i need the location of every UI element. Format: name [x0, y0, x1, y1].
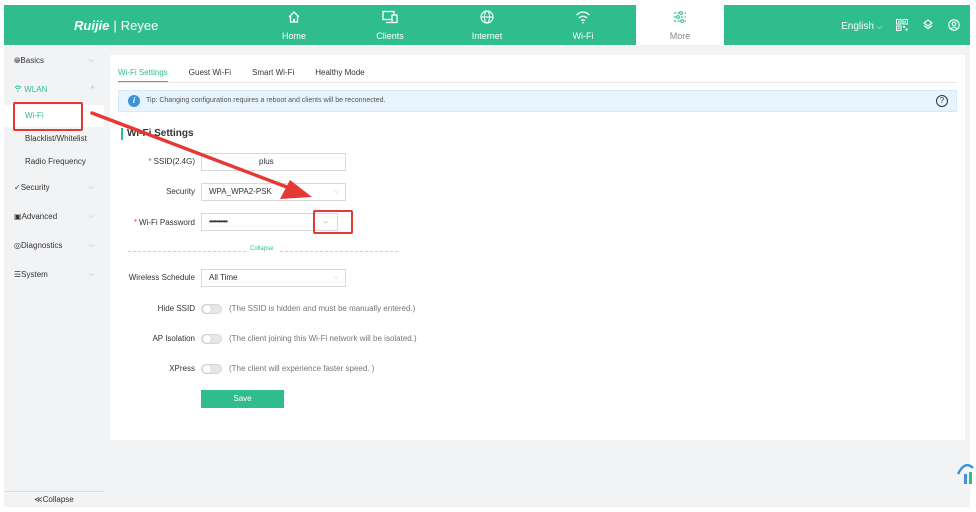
content-card [110, 55, 965, 440]
chevron-down-icon: ⌵ [88, 184, 94, 191]
wifi-icon [14, 85, 24, 94]
required-mark: * [148, 157, 152, 166]
wifi-icon [539, 5, 627, 27]
sidebar-group-advanced[interactable]: ▣Advanced ⌵ [4, 204, 104, 230]
chevron-down-icon: ⌵ [876, 24, 882, 31]
section-title: Wi-Fi Settings [121, 128, 194, 140]
xpress-label: XPress [169, 364, 195, 373]
logo-separator: | [113, 18, 117, 33]
user-account-icon[interactable] [948, 19, 960, 34]
clients-icon [346, 5, 434, 27]
collapse-link[interactable]: Collapse [250, 246, 273, 252]
chevron-down-icon: ⌵ [88, 271, 94, 278]
sidebar-group-system[interactable]: ☰System ⌵ [4, 262, 104, 288]
chevron-down-icon: ⌵ [88, 242, 94, 249]
nav-internet[interactable]: Internet [443, 5, 531, 45]
security-value: WPA_WPA2-PSK [209, 187, 272, 196]
toolbox-icon: ▣ [14, 212, 22, 221]
help-icon[interactable]: ? [936, 95, 948, 107]
sidebar-item-radio-frequency[interactable]: Radio Frequency [4, 151, 104, 173]
globe-icon [443, 5, 531, 27]
home-icon [250, 5, 338, 27]
sidebar-group-diagnostics[interactable]: ◎Diagnostics ⌵ [4, 233, 104, 259]
chevron-down-icon: ⌵ [88, 213, 94, 220]
security-label: Security [166, 187, 195, 196]
ssid-label: * SSID(2.4G) [100, 157, 195, 166]
reyee-logo-text: Reyee [120, 18, 159, 33]
chevron-down-icon: ⌵ [333, 274, 339, 281]
save-button[interactable]: Save [201, 390, 284, 408]
chevron-down-icon: ⌵ [88, 57, 94, 64]
network-topology-icon[interactable] [922, 19, 934, 34]
sidebar-group-label: Security [20, 183, 50, 192]
password-input[interactable]: •••••••••• [201, 213, 314, 231]
sidebar-group-security[interactable]: ✓︎Security ⌵ [4, 175, 104, 201]
nav-clients[interactable]: Clients [346, 5, 434, 45]
ap-isolation-toggle[interactable] [201, 334, 222, 344]
schedule-label: Wireless Schedule [128, 273, 195, 282]
xpress-hint: (The client will experience faster speed… [229, 364, 375, 373]
annotation-box-password-eye [313, 210, 353, 234]
annotation-box-wifi-menu [13, 102, 83, 131]
diagnostics-icon: ◎ [14, 241, 21, 250]
divider-right [280, 251, 398, 252]
sidebar-group-label: System [21, 270, 48, 279]
divider-left [128, 251, 246, 252]
sidebar-group-basics[interactable]: 🌐︎Basics ⌵ [4, 48, 104, 74]
language-select[interactable]: English ⌵ [841, 21, 882, 32]
nav-home-label: Home [281, 31, 306, 41]
top-nav-bar: Ruijie | Reyee Home Clients Internet Wi-Fi… [4, 5, 970, 45]
ssid-label-text: SSID(2.4G) [153, 157, 195, 166]
tab-guest-wifi[interactable]: Guest Wi-Fi [189, 63, 231, 82]
ap-isolation-hint: (The client joining this Wi-Fi network w… [229, 334, 417, 343]
nav-wifi[interactable]: Wi-Fi [539, 5, 627, 45]
hide-ssid-label: Hide SSID [157, 304, 195, 313]
sidebar-item-label: Blacklist/Whitelist [25, 134, 87, 143]
tab-healthy-mode[interactable]: Healthy Mode [315, 63, 364, 82]
required-mark: * [133, 218, 137, 227]
nav-more[interactable]: More [636, 5, 724, 45]
sidebar-group-wlan[interactable]: WLAN ^ [4, 77, 104, 103]
schedule-value: All Time [209, 273, 238, 282]
tip-text: Tip: Changing configuration requires a r… [146, 97, 386, 104]
xpress-toggle[interactable] [201, 364, 222, 374]
schedule-select[interactable]: All Time ⌵ [201, 269, 346, 287]
wifi-tabs: Wi-Fi Settings Guest Wi-Fi Smart Wi-Fi H… [118, 63, 365, 83]
tab-smart-wifi[interactable]: Smart Wi-Fi [252, 63, 294, 82]
chevron-up-icon: ^ [90, 86, 94, 93]
shield-check-icon: ✓︎ [14, 183, 21, 192]
info-icon: i [128, 95, 140, 107]
nav-internet-label: Internet [471, 31, 503, 41]
nav-wifi-label: Wi-Fi [572, 31, 594, 41]
password-label-text: Wi-Fi Password [138, 218, 195, 227]
sidebar-group-label: WLAN [24, 85, 48, 94]
ssid-input[interactable]: plus [201, 153, 346, 171]
sidebar-item-blacklist-whitelist[interactable]: Blacklist/Whitelist [4, 128, 104, 150]
floating-assistant-icon[interactable] [955, 458, 976, 486]
language-label: English [841, 21, 874, 32]
brand-logo: Ruijie | Reyee [74, 18, 158, 33]
password-label: * Wi-Fi Password [100, 218, 195, 227]
security-select[interactable]: WPA_WPA2-PSK ⌵ [201, 183, 346, 201]
hide-ssid-toggle[interactable] [201, 304, 222, 314]
chevron-down-icon: ⌵ [333, 188, 339, 195]
tab-wifi-settings[interactable]: Wi-Fi Settings [118, 63, 168, 82]
tip-banner: i Tip: Changing configuration requires a… [118, 90, 957, 112]
hide-ssid-hint: (The SSID is hidden and must be manually… [229, 304, 416, 313]
nav-home[interactable]: Home [250, 5, 338, 45]
sidebar-item-label: Radio Frequency [25, 157, 86, 166]
nav-clients-label: Clients [376, 31, 404, 41]
nav-more-label: More [669, 31, 691, 41]
sidebar-group-label: Basics [20, 56, 44, 65]
sidebar-collapse-button[interactable]: ≪Collapse [4, 491, 104, 507]
ap-isolation-label: AP Isolation [152, 334, 195, 343]
sidebar-group-label: Advanced [21, 212, 58, 221]
qr-code-icon[interactable] [896, 19, 908, 34]
sliders-icon [636, 5, 724, 27]
sidebar-group-label: Diagnostics [20, 241, 63, 250]
tabs-divider [118, 82, 957, 83]
ruijie-logo-text: Ruijie [74, 18, 110, 33]
top-right-tools: English ⌵ [841, 19, 960, 34]
